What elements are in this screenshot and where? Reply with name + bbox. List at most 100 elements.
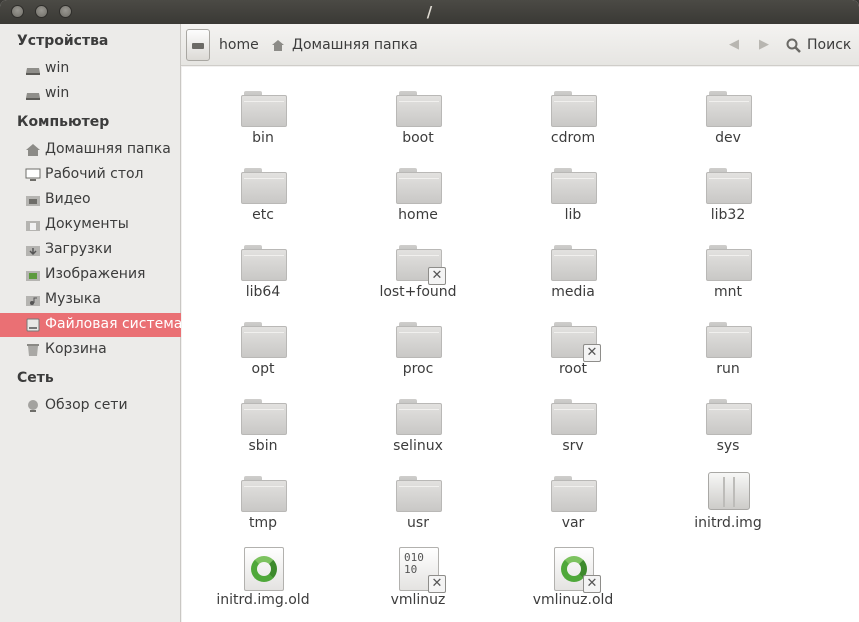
folder-icon [396,168,442,204]
sidebar-item-label: win [45,85,70,101]
search-icon[interactable] [786,38,801,53]
file-item-vmlinuz[interactable]: 010 10 ✕ vmlinuz [348,539,488,609]
sidebar-item-label: Загрузки [45,241,113,257]
breadcrumb-home-folder[interactable]: Домашняя папка [292,37,418,53]
sidebar-item-label: Видео [45,191,91,207]
sidebar-item-label: Файловая система [45,316,183,332]
folder-icon [551,399,597,435]
binary-glyph: 010 10 [404,551,424,576]
drive-icon [192,43,204,49]
file-item-label: tmp [248,515,277,531]
folder-icon [241,322,287,358]
folder-icon [551,245,597,281]
folder-icon [241,168,287,204]
file-item-lib[interactable]: lib [503,154,643,224]
sidebar-item-label: win [45,60,70,76]
file-item-label: boot [402,130,434,146]
title-bar[interactable]: / [0,0,859,24]
sidebar-item-home[interactable]: Домашняя папка [0,138,181,162]
drive-icon [26,68,40,75]
file-item-media[interactable]: media [503,231,643,301]
file-item-initrd.img.old[interactable]: initrd.img.old [193,539,333,609]
filesystem-location-button[interactable] [186,29,210,61]
file-item-cdrom[interactable]: cdrom [503,77,643,147]
video-folder-icon [26,196,40,206]
documents-folder-icon [26,221,40,231]
file-item-label: home [398,207,438,223]
no-access-icon: ✕ [428,575,446,593]
file-item-selinux[interactable]: selinux [348,385,488,455]
sidebar-item-win-2[interactable]: win [0,82,181,106]
file-item-label: initrd.img [694,515,762,531]
sidebar-item-label: Документы [45,216,129,232]
file-item-label: bin [252,130,274,146]
folder-icon [241,476,287,512]
file-item-sys[interactable]: sys [658,385,798,455]
file-manager-window: / Устройства win win Компьютер Домашняя … [0,0,859,622]
sidebar-item-downloads[interactable]: Загрузки [0,238,181,262]
file-item-dev[interactable]: dev [658,77,798,147]
file-item-boot[interactable]: boot [348,77,488,147]
arrow-right-icon[interactable]: ▶ [759,37,769,52]
folder-icon [396,322,442,358]
sidebar-item-pictures[interactable]: Изображения [0,263,181,287]
sidebar-item-label: Изображения [45,266,146,282]
file-item-usr[interactable]: usr [348,462,488,532]
file-item-lib64[interactable]: lib64 [193,231,333,301]
file-item-lost+found[interactable]: ✕ lost+found [348,231,488,301]
file-item-proc[interactable]: proc [348,308,488,378]
file-item-mnt[interactable]: mnt [658,231,798,301]
sidebar-heading-network: Сеть [17,370,54,386]
file-item-lib32[interactable]: lib32 [658,154,798,224]
sidebar-item-network[interactable]: Обзор сети [0,394,181,418]
file-item-label: sbin [248,438,278,454]
file-item-label: lib [564,207,582,223]
file-item-label: media [551,284,595,300]
file-item-label: sys [716,438,740,454]
sidebar-item-label: Музыка [45,291,101,307]
file-item-tmp[interactable]: tmp [193,462,333,532]
file-item-etc[interactable]: etc [193,154,333,224]
file-item-opt[interactable]: opt [193,308,333,378]
file-item-root[interactable]: ✕ root [503,308,643,378]
file-item-label: lib32 [710,207,746,223]
file-item-vmlinuz.old[interactable]: ✕ vmlinuz.old [503,539,643,609]
file-item-sbin[interactable]: sbin [193,385,333,455]
sidebar-item-video[interactable]: Видео [0,188,181,212]
no-access-icon: ✕ [428,267,446,285]
file-item-initrd.img[interactable]: initrd.img [658,462,798,532]
sidebar-item-filesystem[interactable]: Файловая система [0,313,183,337]
sidebar-item-documents[interactable]: Документы [0,213,181,237]
arrow-left-icon[interactable]: ◀ [729,37,739,52]
sidebar-item-music[interactable]: Музыка [0,288,181,312]
file-item-label: etc [252,207,274,223]
file-item-label: vmlinuz.old [532,592,614,608]
breadcrumb-home[interactable]: home [219,37,259,53]
desktop-icon [25,168,41,181]
file-item-label: cdrom [550,130,596,146]
file-item-srv[interactable]: srv [503,385,643,455]
file-item-label: vmlinuz [390,592,446,608]
folder-icon [241,245,287,281]
file-item-label: selinux [393,438,443,454]
file-item-label: opt [251,361,275,377]
file-item-label: usr [407,515,429,531]
network-icon [28,400,38,412]
recycle-file-icon [244,547,284,591]
pictures-folder-icon [26,271,40,281]
file-item-label: root [558,361,588,377]
sidebar-item-desktop[interactable]: Рабочий стол [0,163,181,187]
sidebar-item-win-1[interactable]: win [0,57,181,81]
drive-icon [26,93,40,100]
file-item-label: initrd.img.old [216,592,310,608]
folder-icon [551,476,597,512]
sidebar-item-label: Рабочий стол [45,166,144,182]
file-item-home[interactable]: home [348,154,488,224]
sidebar: Устройства win win Компьютер Домашняя па… [0,24,183,622]
file-item-run[interactable]: run [658,308,798,378]
sidebar-item-trash[interactable]: Корзина [0,338,181,362]
search-button[interactable]: Поиск [807,37,851,53]
file-item-label: run [716,361,740,377]
file-item-bin[interactable]: bin [193,77,333,147]
file-item-var[interactable]: var [503,462,643,532]
